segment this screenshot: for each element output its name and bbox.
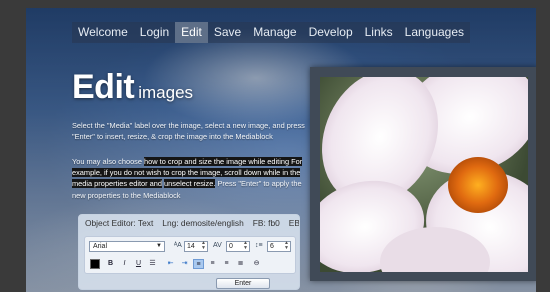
link-icon[interactable]: ⊖: [251, 259, 262, 269]
font-family-value: Arial: [93, 243, 108, 250]
align-center-icon[interactable]: ≡: [207, 259, 218, 269]
nav-develop[interactable]: Develop: [303, 22, 359, 43]
instruction-paragraph-2[interactable]: You may also choose how to crop and size…: [72, 156, 310, 201]
page-title[interactable]: Edit images: [72, 68, 193, 107]
stepper-arrows-icon[interactable]: ▲ ▼: [243, 241, 248, 251]
background-stage: Welcome Login Edit Save Manage Develop L…: [26, 8, 536, 292]
nav-edit[interactable]: Edit: [175, 22, 208, 43]
list-icon[interactable]: ☰: [147, 259, 158, 269]
instruction-paragraph-1[interactable]: Select the "Media" label over the image,…: [72, 120, 310, 142]
letter-spacing-stepper[interactable]: 0 ▲ ▼: [226, 241, 250, 252]
editor-status-bar: Object Editor: Text Lng: demosite/english…: [79, 215, 299, 231]
letter-spacing-icon: AV: [213, 242, 222, 249]
align-left-icon[interactable]: ≡: [193, 259, 204, 269]
p2-lead: You may also choose: [72, 157, 145, 166]
font-size-value: 14: [187, 243, 195, 250]
chevron-down-icon: ▼: [156, 243, 162, 249]
nav-links[interactable]: Links: [359, 22, 399, 43]
status-fb: FB: fb0: [252, 218, 280, 228]
nav-languages[interactable]: Languages: [399, 22, 470, 43]
page-title-main: Edit: [72, 68, 135, 106]
line-height-stepper[interactable]: 6 ▲ ▼: [267, 241, 291, 252]
enter-button[interactable]: Enter: [216, 278, 270, 289]
status-object: Object Editor: Text: [85, 218, 154, 228]
indent-left-icon[interactable]: ⇤: [165, 259, 176, 269]
font-size-stepper[interactable]: 14 ▲ ▼: [184, 241, 208, 252]
italic-icon[interactable]: I: [119, 259, 130, 269]
nav-manage[interactable]: Manage: [247, 22, 302, 43]
status-language: Lng: demosite/english: [162, 218, 244, 228]
nav-welcome[interactable]: Welcome: [72, 22, 134, 43]
object-editor-panel[interactable]: Object Editor: Text Lng: demosite/english…: [78, 214, 300, 290]
indent-right-icon[interactable]: ⇥: [179, 259, 190, 269]
selected-text-2: unselect resize.: [164, 179, 216, 189]
text-color-swatch[interactable]: [90, 259, 100, 269]
flower-graphic: [320, 77, 528, 272]
stepper-arrows-icon[interactable]: ▲ ▼: [201, 241, 206, 251]
nav-save[interactable]: Save: [208, 22, 247, 43]
stepper-arrows-icon[interactable]: ▲ ▼: [284, 241, 289, 251]
nav-login[interactable]: Login: [134, 22, 175, 43]
letter-spacing-value: 0: [229, 243, 233, 250]
media-block[interactable]: [310, 67, 536, 281]
main-nav: Welcome Login Edit Save Manage Develop L…: [72, 22, 471, 43]
format-toolbar: Arial ▼ ᴬA 14 ▲ ▼ AV 0 ▲ ▼ ↕≡ 6 ▲ ▼ B I U ☰ ⇤ ⇥…: [84, 236, 296, 274]
text-size-icon: ᴬA: [174, 242, 182, 249]
justify-icon[interactable]: ≣: [235, 259, 246, 269]
line-height-value: 6: [270, 243, 274, 250]
align-right-icon[interactable]: ≡: [221, 259, 232, 269]
font-family-select[interactable]: Arial ▼: [89, 241, 165, 252]
status-eb: EB: root: [288, 218, 299, 228]
flower-image[interactable]: [320, 77, 528, 272]
flower-center: [448, 157, 508, 213]
bold-icon[interactable]: B: [105, 259, 116, 269]
page-title-sub: images: [138, 83, 194, 102]
line-height-icon: ↕≡: [255, 242, 263, 249]
underline-icon[interactable]: U: [133, 259, 144, 269]
